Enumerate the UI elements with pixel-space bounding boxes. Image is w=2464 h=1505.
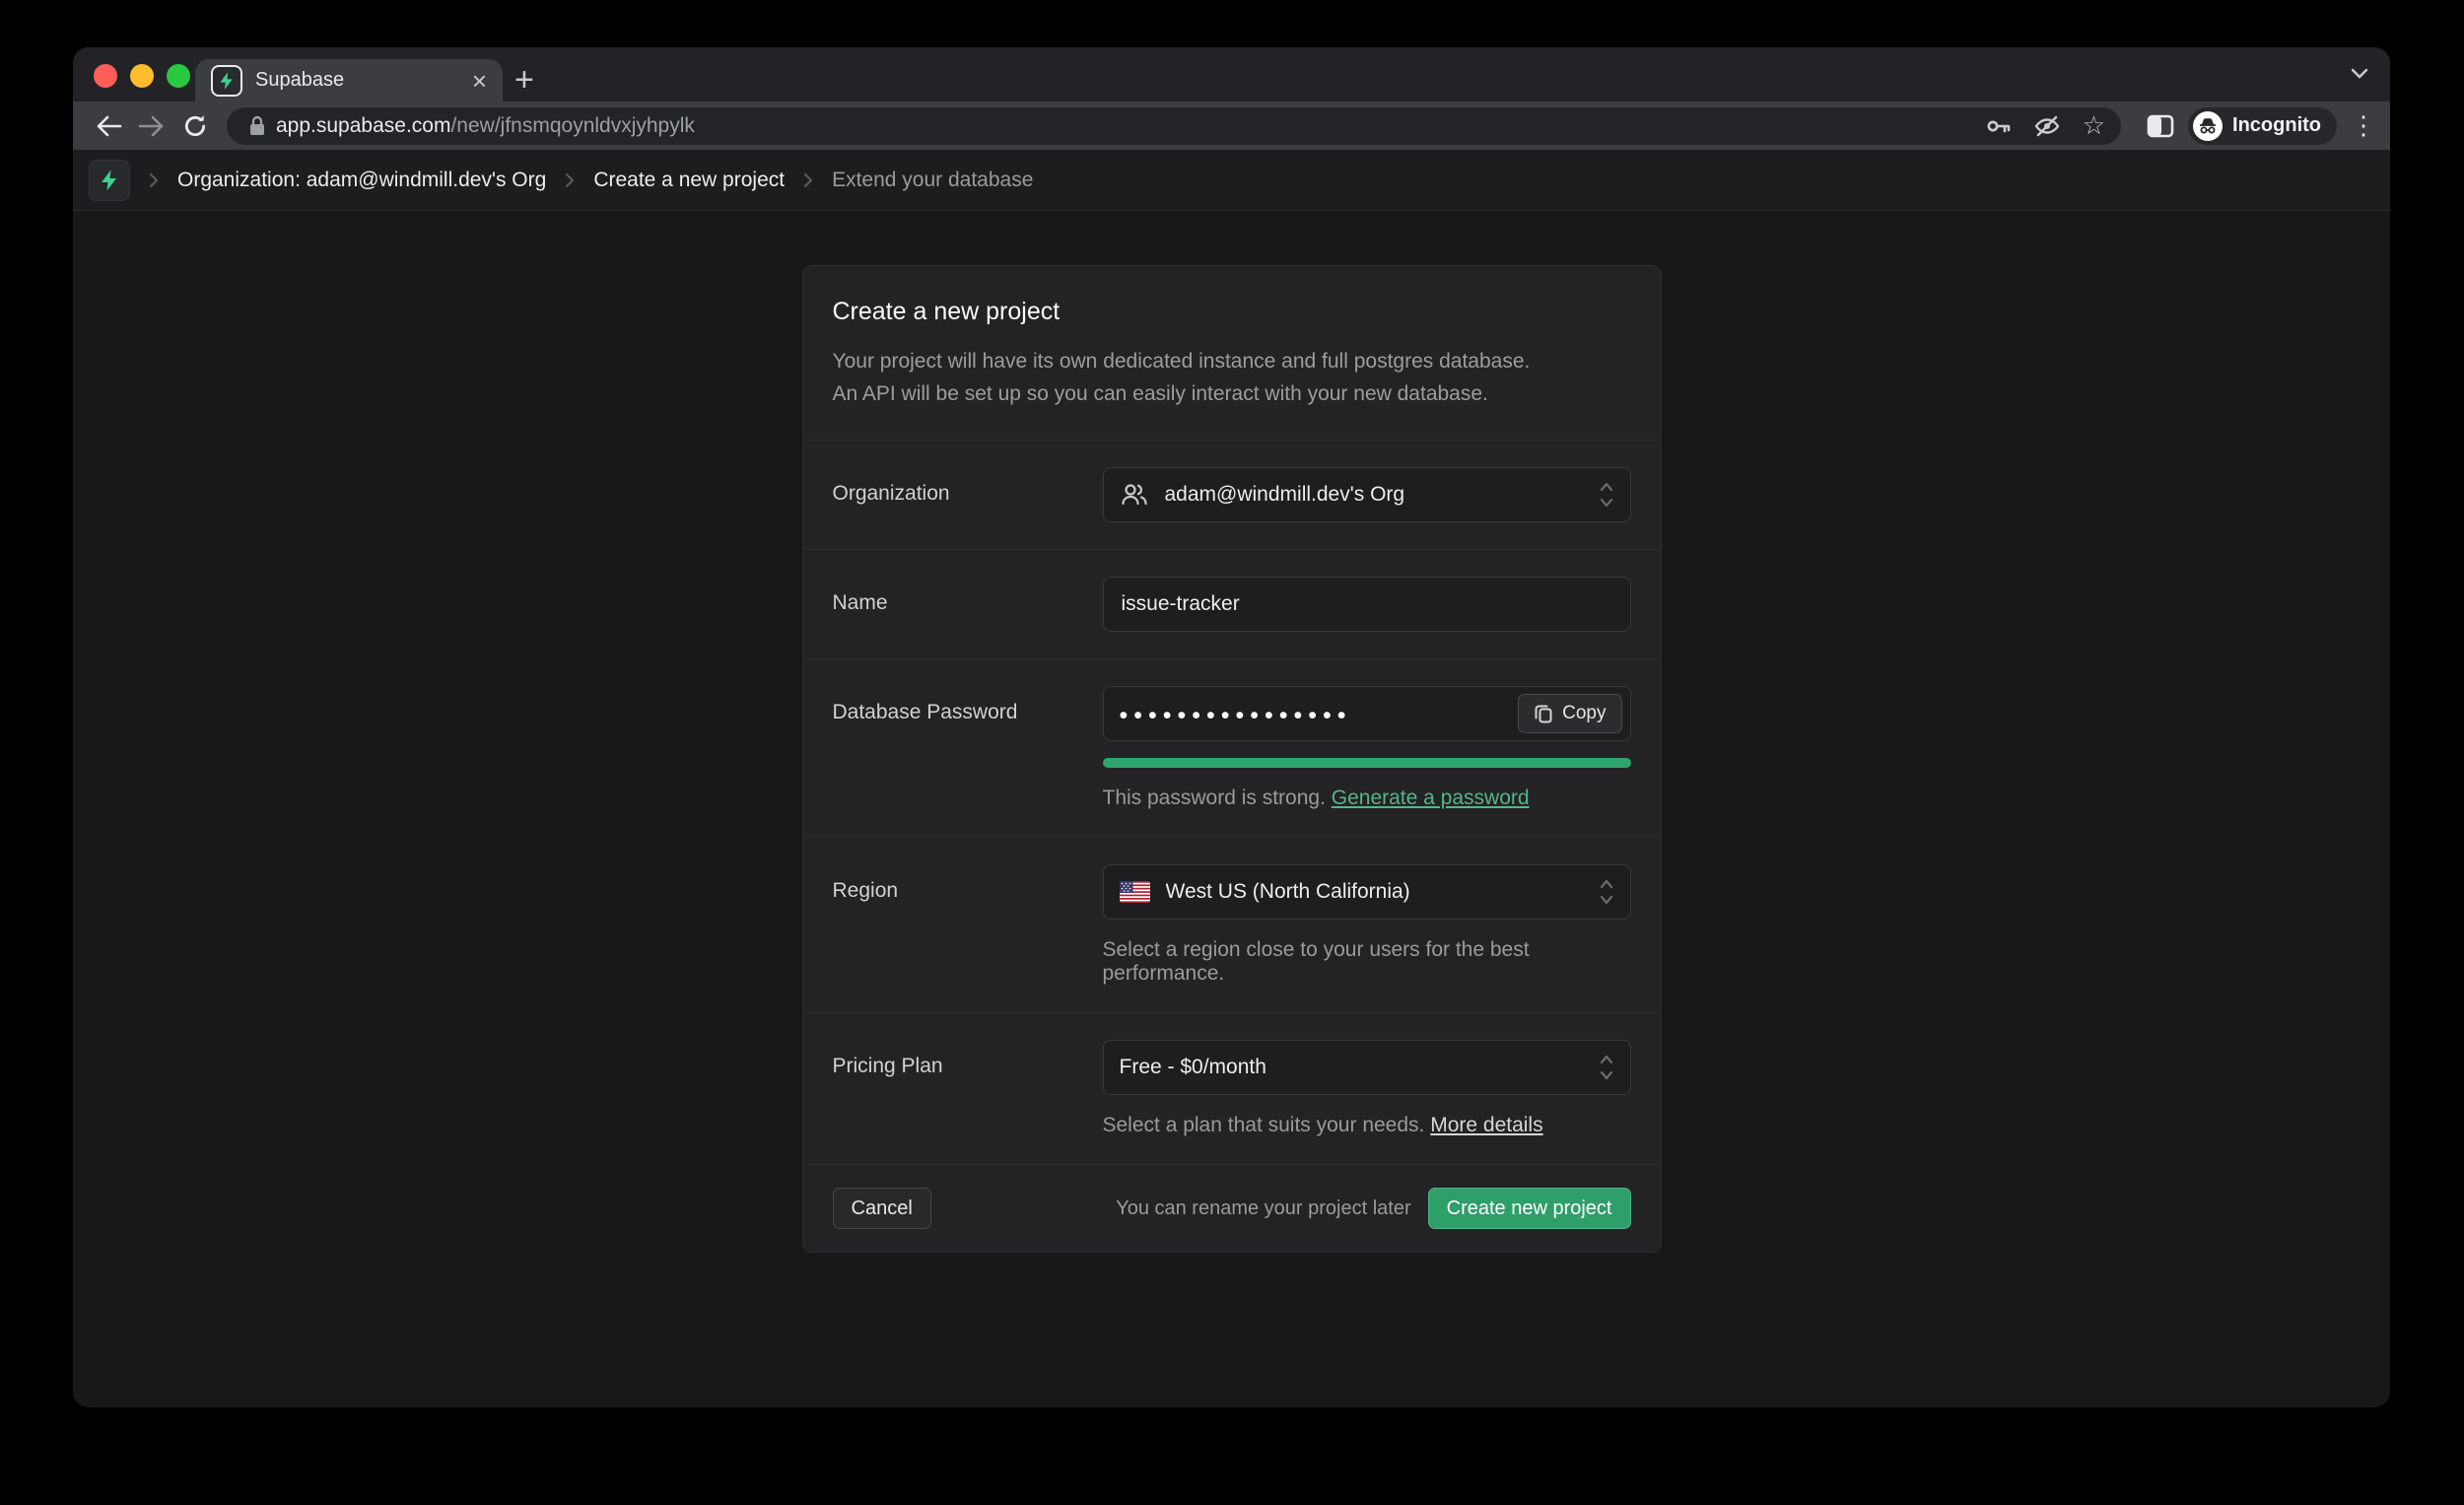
reload-icon[interactable] xyxy=(173,113,217,139)
password-key-icon[interactable] xyxy=(1986,115,2012,137)
breadcrumb-item-extend-database: Extend your database xyxy=(832,169,1033,192)
description-line-2: An API will be set up so you can easily … xyxy=(833,378,1631,411)
users-icon xyxy=(1120,481,1149,509)
card-header: Create a new project Your project will h… xyxy=(803,266,1661,440)
select-chevrons-icon xyxy=(1599,877,1614,907)
password-section: Database Password •••••••••••••••• Copy … xyxy=(803,658,1661,837)
incognito-icon xyxy=(2193,111,2223,141)
pricing-helper-text: Select a plan that suits your needs. xyxy=(1103,1114,1425,1136)
page-description: Your project will have its own dedicated… xyxy=(833,346,1631,410)
organization-label: Organization xyxy=(833,467,1103,522)
more-details-link[interactable]: More details xyxy=(1430,1114,1542,1136)
copy-icon xyxy=(1534,703,1553,724)
organization-select[interactable]: adam@windmill.dev's Org xyxy=(1103,467,1631,522)
region-section: Region West US (North California) Select… xyxy=(803,837,1661,1012)
cancel-button[interactable]: Cancel xyxy=(833,1188,931,1229)
select-chevrons-icon xyxy=(1599,480,1614,510)
browser-menu-icon[interactable]: ⋮ xyxy=(2351,110,2376,141)
supabase-favicon-icon xyxy=(211,65,242,97)
tab-search-chevron-icon[interactable] xyxy=(2351,67,2368,79)
pricing-helper: Select a plan that suits your needs. Mor… xyxy=(1103,1114,1631,1137)
copy-button-label: Copy xyxy=(1562,703,1606,724)
organization-section: Organization adam@windmill.dev's Org xyxy=(803,440,1661,549)
window-controls xyxy=(94,64,190,88)
organization-value: adam@windmill.dev's Org xyxy=(1165,483,1599,507)
app-header: Organization: adam@windmill.dev's Org Cr… xyxy=(73,150,2390,211)
name-label: Name xyxy=(833,577,1103,632)
password-label: Database Password xyxy=(833,686,1103,810)
browser-window: Supabase × + app.supabase.com/new/jfnsmq… xyxy=(73,47,2390,1407)
pricing-label: Pricing Plan xyxy=(833,1040,1103,1137)
password-strength-bar xyxy=(1103,758,1631,768)
generate-password-link[interactable]: Generate a password xyxy=(1332,787,1530,809)
new-tab-button[interactable]: + xyxy=(514,61,534,100)
incognito-label: Incognito xyxy=(2232,114,2321,137)
zoom-window-button[interactable] xyxy=(167,64,190,88)
close-window-button[interactable] xyxy=(94,64,117,88)
region-value: West US (North California) xyxy=(1166,880,1599,904)
us-flag-icon xyxy=(1120,881,1150,903)
name-section: Name xyxy=(803,549,1661,658)
url-path: /new/jfnsmqoynldvxjyhpylk xyxy=(450,114,694,137)
create-project-card: Create a new project Your project will h… xyxy=(802,265,1662,1253)
password-masked-value[interactable]: •••••••••••••••• xyxy=(1120,698,1519,730)
url-bar[interactable]: app.supabase.com/new/jfnsmqoynldvxjyhpyl… xyxy=(227,107,2121,145)
url-domain: app.supabase.com xyxy=(276,114,450,137)
side-panel-icon[interactable] xyxy=(2147,114,2174,138)
region-helper: Select a region close to your users for … xyxy=(1103,938,1631,986)
back-icon[interactable] xyxy=(87,114,130,138)
browser-tab-supabase[interactable]: Supabase × xyxy=(195,59,503,102)
forward-icon[interactable] xyxy=(130,114,173,138)
incognito-badge[interactable]: Incognito xyxy=(2188,107,2337,145)
page-title: Create a new project xyxy=(833,298,1631,326)
pricing-value: Free - $0/month xyxy=(1120,1056,1599,1079)
breadcrumb-chevron-icon xyxy=(564,171,576,189)
pricing-section: Pricing Plan Free - $0/month Select a pl… xyxy=(803,1012,1661,1164)
breadcrumb-item-organization[interactable]: Organization: adam@windmill.dev's Org xyxy=(177,169,546,192)
copy-password-button[interactable]: Copy xyxy=(1518,694,1621,733)
password-field[interactable]: •••••••••••••••• Copy xyxy=(1103,686,1631,741)
bookmark-star-icon[interactable]: ☆ xyxy=(2083,110,2105,141)
breadcrumb-item-create-project[interactable]: Create a new project xyxy=(593,169,785,192)
password-helper: This password is strong. Generate a pass… xyxy=(1103,787,1631,810)
pricing-select[interactable]: Free - $0/month xyxy=(1103,1040,1631,1095)
main-content: Create a new project Your project will h… xyxy=(73,211,2390,1407)
minimize-window-button[interactable] xyxy=(130,64,154,88)
project-name-input[interactable] xyxy=(1103,577,1631,632)
ssl-lock-icon[interactable] xyxy=(248,115,266,137)
region-label: Region xyxy=(833,864,1103,986)
url-text: app.supabase.com/new/jfnsmqoynldvxjyhpyl… xyxy=(276,114,695,138)
description-line-1: Your project will have its own dedicated… xyxy=(833,346,1631,378)
page: Organization: adam@windmill.dev's Org Cr… xyxy=(73,150,2390,1407)
tab-close-icon[interactable]: × xyxy=(472,68,487,94)
eye-off-icon[interactable] xyxy=(2033,114,2061,138)
region-select[interactable]: West US (North California) xyxy=(1103,864,1631,920)
password-strength-text: This password is strong. xyxy=(1103,787,1326,809)
select-chevrons-icon xyxy=(1599,1053,1614,1082)
card-footer: Cancel You can rename your project later… xyxy=(803,1164,1661,1252)
browser-toolbar: app.supabase.com/new/jfnsmqoynldvxjyhpyl… xyxy=(73,102,2390,150)
supabase-logo-icon[interactable] xyxy=(89,160,130,201)
rename-note: You can rename your project later xyxy=(1116,1197,1410,1220)
breadcrumb-chevron-icon xyxy=(148,171,160,189)
create-new-project-button[interactable]: Create new project xyxy=(1428,1188,1631,1229)
breadcrumb-chevron-icon xyxy=(802,171,814,189)
tab-strip: Supabase × + xyxy=(73,47,2390,102)
tab-title: Supabase xyxy=(255,69,472,92)
